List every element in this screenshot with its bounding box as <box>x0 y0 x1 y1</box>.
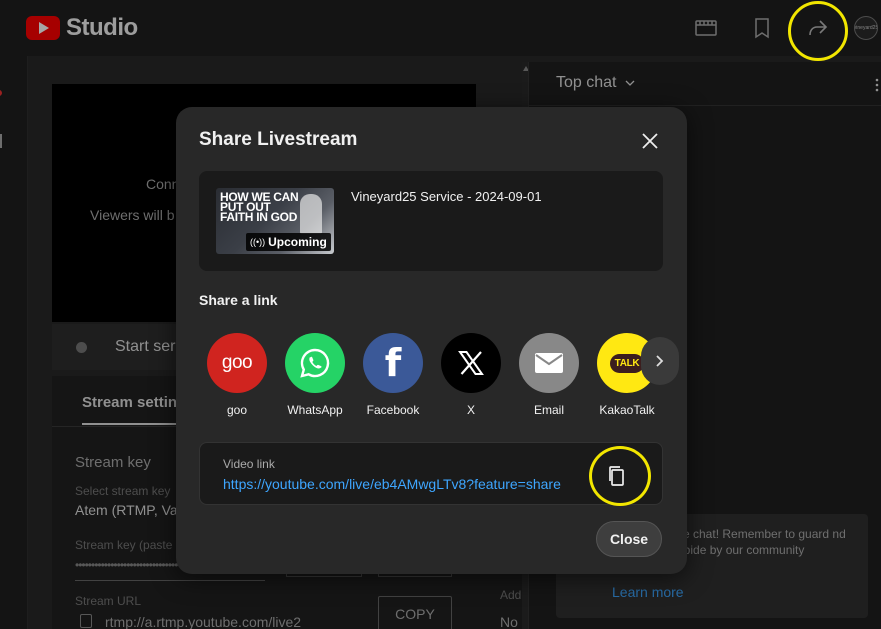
video-link-url[interactable]: https://youtube.com/live/eb4AMwgLTv8?fea… <box>223 476 593 492</box>
copy-icon[interactable] <box>604 463 630 489</box>
close-button[interactable]: Close <box>596 521 662 557</box>
video-link-box: Video link https://youtube.com/live/eb4A… <box>199 442 663 505</box>
video-link-label: Video link <box>223 457 275 471</box>
studio-window: Studio vineyard25 Conn Viewers will b St… <box>0 0 881 629</box>
dialog-lower: Video link https://youtube.com/live/eb4A… <box>176 107 687 574</box>
